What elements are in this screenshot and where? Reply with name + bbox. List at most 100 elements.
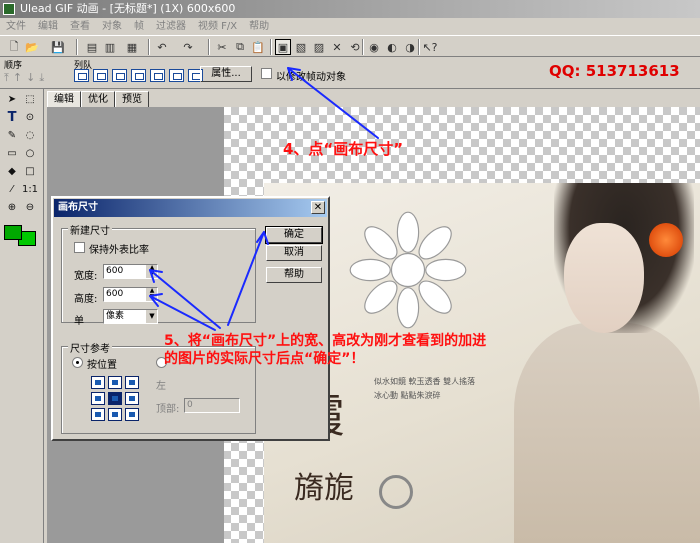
zoom-in-icon[interactable]: ⊕ — [4, 199, 20, 215]
crop-icon[interactable]: ▨ — [311, 39, 327, 55]
save-icon[interactable]: 💾 — [50, 39, 66, 55]
keep-ratio-label: 保持外表比率 — [89, 245, 149, 256]
fill-icon[interactable]: ◆ — [4, 163, 20, 179]
image-size-icon[interactable]: ▧ — [293, 39, 309, 55]
anchor-right[interactable] — [125, 392, 139, 405]
height-input[interactable]: 600 ▲ ▼ — [103, 287, 158, 302]
width-label: 宽度: — [74, 271, 98, 282]
window-title: Ulead GIF 动画 - [无标题*] (1X) 600x600 — [20, 2, 236, 15]
sync-label: 以修改帧动对象 — [276, 72, 346, 83]
new-file-icon[interactable]: 🗋 — [6, 39, 22, 55]
paste-icon[interactable]: 📋 — [250, 39, 266, 55]
rectangle-icon[interactable]: □ — [22, 163, 38, 179]
move-top-icon[interactable]: ⤒ — [4, 71, 9, 85]
canvas-size-icon[interactable]: ▣ — [275, 39, 291, 55]
lasso-icon[interactable]: ◌ — [22, 127, 38, 143]
move-down-icon[interactable]: ↓ — [26, 71, 35, 85]
sync-checkbox[interactable] — [261, 68, 272, 79]
toolbar-separator — [270, 39, 272, 55]
anchor-center[interactable] — [108, 392, 122, 405]
rotate-icon[interactable]: ⟲ — [347, 39, 363, 55]
width-input[interactable]: 600 ▲ ▼ — [103, 264, 158, 279]
ellipse-icon[interactable]: ○ — [22, 145, 38, 161]
eraser-icon[interactable]: ▭ — [4, 145, 20, 161]
attributes-button[interactable]: 属性... — [200, 66, 252, 82]
marquee-icon[interactable]: ⬚ — [22, 91, 38, 107]
export-icon[interactable]: ▥ — [102, 39, 118, 55]
height-label: 高度: — [74, 294, 98, 305]
new-size-group-label: 新建尺寸 — [68, 222, 112, 237]
poem-text: 似水如鏡 軟玉透香 雙人搖落 冰心動 點點朱淚碎 — [374, 377, 476, 400]
align-right-icon[interactable] — [112, 69, 127, 82]
move-up-icon[interactable]: ↑ — [13, 71, 22, 85]
top-offset-label: 顶部: — [156, 404, 180, 415]
tab-edit[interactable]: 编辑 — [47, 91, 81, 107]
width-spinner[interactable]: ▲ ▼ — [146, 265, 157, 278]
tab-preview[interactable]: 预览 — [115, 91, 149, 107]
align-bottom-icon[interactable] — [169, 69, 184, 82]
wizard-icon[interactable]: ◑ — [402, 39, 418, 55]
cancel-button[interactable]: 取消 — [266, 245, 322, 261]
foreground-color-swatch[interactable] — [4, 225, 22, 240]
anchor-left[interactable] — [91, 392, 105, 405]
brush-icon[interactable]: ✎ — [4, 127, 20, 143]
annotation-step5: 5、将“画布尺寸”上的宽、高改为刚才查看到的加进的图片的实际尺寸后点“确定”！ — [164, 333, 487, 367]
woman-figure — [514, 323, 700, 543]
copy-icon[interactable]: ⧉ — [232, 39, 248, 55]
open-folder-icon[interactable]: 📂 — [24, 39, 40, 55]
align-left-icon[interactable] — [74, 69, 89, 82]
view-tabs: 编辑 优化 预览 — [47, 91, 149, 107]
menu-bar: 文件 编辑 查看 对象 帧 过滤器 视频 F/X 帮助 — [0, 18, 700, 35]
menu-view[interactable]: 查看 — [68, 18, 92, 35]
align-middle-icon[interactable] — [150, 69, 165, 82]
anchor-top[interactable] — [108, 376, 122, 389]
calligraphy-small: 旖旎 — [294, 471, 354, 506]
help-pointer-icon[interactable]: ↖? — [422, 39, 438, 55]
anchor-top-right[interactable] — [125, 376, 139, 389]
import-icon[interactable]: ▤ — [84, 39, 100, 55]
by-position-radio[interactable] — [72, 357, 83, 368]
new-size-group: 新建尺寸 保持外表比率 宽度: 600 ▲ ▼ 高度: 600 ▲ ▼ 单 像素 ▼ — [61, 222, 256, 327]
menu-file[interactable]: 文件 — [4, 18, 28, 35]
anchor-position-grid — [91, 376, 139, 421]
transform-icon[interactable]: ✕ — [329, 39, 345, 55]
keep-ratio-checkbox[interactable] — [74, 242, 85, 253]
redo-icon[interactable]: ↷ — [180, 39, 196, 55]
align-center-icon[interactable] — [93, 69, 108, 82]
unit-select[interactable]: 像素 ▼ — [103, 309, 158, 324]
eyedropper-icon[interactable]: ⊙ — [22, 109, 38, 125]
anchor-bottom-right[interactable] — [125, 408, 139, 421]
toolbar-separator — [148, 39, 150, 55]
actual-size-icon[interactable]: 1:1 — [22, 181, 38, 197]
menu-object[interactable]: 对象 — [100, 18, 124, 35]
tab-optimize[interactable]: 优化 — [81, 91, 115, 107]
anchor-bottom-left[interactable] — [91, 408, 105, 421]
browser-preview-icon[interactable]: ◉ — [366, 39, 382, 55]
move-bottom-icon[interactable]: ⤓ — [39, 71, 44, 85]
cut-icon[interactable]: ✂ — [214, 39, 230, 55]
help-button[interactable]: 帮助 — [266, 267, 322, 283]
menu-frame[interactable]: 帧 — [132, 18, 146, 35]
pick-icon[interactable]: ➤ — [4, 91, 20, 107]
order-buttons: ⤒ ↑ ↓ ⤓ — [4, 71, 44, 85]
chevron-down-icon[interactable]: ▼ — [146, 310, 157, 323]
dialog-title: 画布尺寸 — [58, 202, 98, 213]
height-spinner[interactable]: ▲ ▼ — [146, 288, 157, 301]
menu-edit[interactable]: 编辑 — [36, 18, 60, 35]
align-top-icon[interactable] — [131, 69, 146, 82]
menu-video-fx[interactable]: 视频 F/X — [196, 18, 239, 35]
ok-button[interactable]: 确定 — [265, 226, 323, 244]
menu-filter[interactable]: 过滤器 — [154, 18, 188, 35]
top-offset-input: 0 — [184, 398, 240, 413]
dropper-icon[interactable]: ⁄ — [4, 181, 20, 197]
menu-help[interactable]: 帮助 — [247, 18, 271, 35]
anchor-top-left[interactable] — [91, 376, 105, 389]
zoom-out-icon[interactable]: ⊖ — [22, 199, 38, 215]
dialog-close-icon[interactable]: ✕ — [311, 201, 325, 214]
color-icon[interactable]: ▦ — [124, 39, 140, 55]
anchor-bottom[interactable] — [108, 408, 122, 421]
undo-icon[interactable]: ↶ — [154, 39, 170, 55]
text-icon[interactable]: T — [4, 109, 20, 125]
optimize-icon[interactable]: ◐ — [384, 39, 400, 55]
app-icon — [3, 3, 15, 15]
